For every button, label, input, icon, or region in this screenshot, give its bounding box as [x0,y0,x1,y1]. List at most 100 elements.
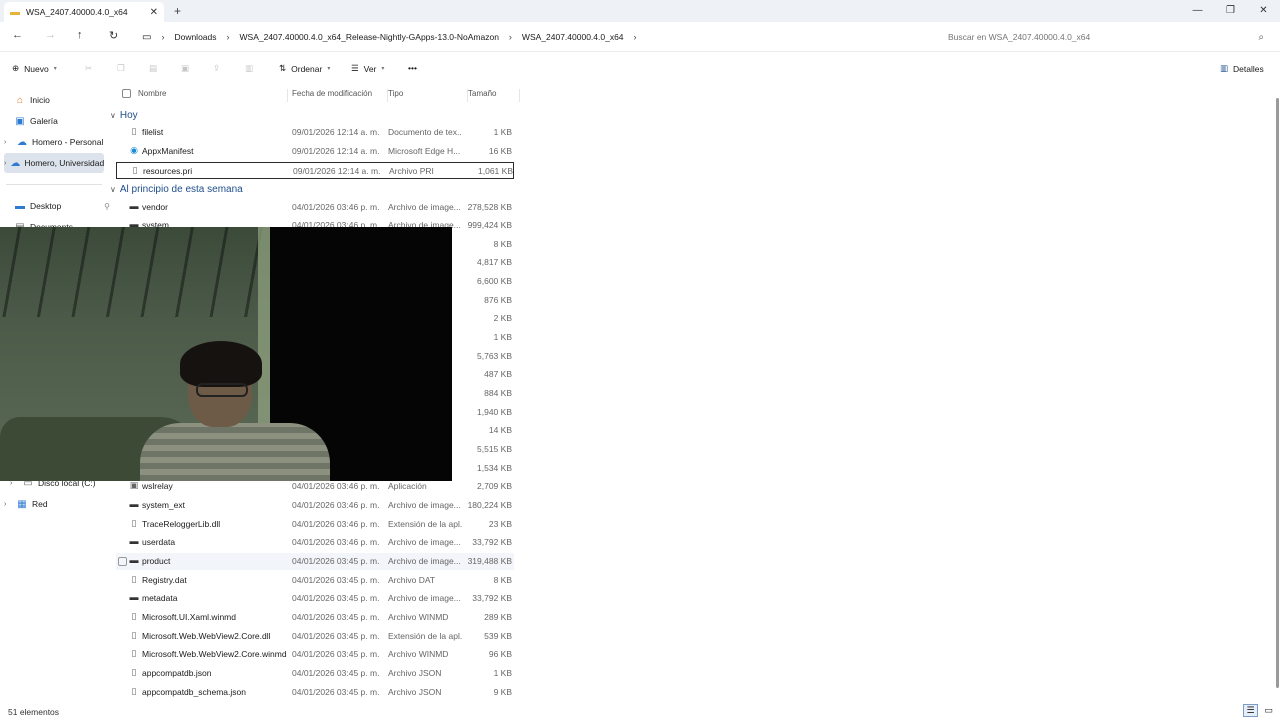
table-row-hovered[interactable]: ▬ product 04/01/2026 03:45 p. m. Archivo… [116,553,514,570]
file-name: vendor [142,202,168,212]
sidebar-item-label: Galería [30,116,58,126]
table-row[interactable]: ◉ AppxManifest 09/01/2026 12:14 a. m. Mi… [116,143,514,160]
file-icon: ▯ [131,648,137,658]
file-size: 1 KB [493,127,512,137]
sidebar-item-inicio[interactable]: ⌂ Inicio [14,90,114,110]
cut-icon[interactable]: ✂ [85,63,92,74]
file-size: 33,792 KB [472,537,512,547]
column-type[interactable]: Tipo [388,89,468,102]
group-header-earlier[interactable]: ∨ Al principio de esta semana [110,181,243,197]
group-header-today[interactable]: ∨ Hoy [110,107,138,123]
file-size: 278,528 KB [467,202,512,212]
vertical-scrollbar[interactable] [1274,90,1280,700]
details-button[interactable]: ▥ Detalles [1220,63,1264,74]
sidebar-item-desktop[interactable]: ▬ Desktop ⚲ [14,196,114,216]
file-size: 2,709 KB [477,481,512,491]
search-input[interactable] [948,32,1259,42]
sort-button[interactable]: ⇅ Ordenar ▾ [279,63,330,74]
plus-icon[interactable]: + [174,4,181,18]
select-all-checkbox[interactable] [122,89,131,98]
table-row[interactable]: ▯ Microsoft.UI.Xaml.winmd 04/01/2026 03:… [116,609,514,626]
breadcrumb-downloads[interactable]: Downloads [174,32,216,42]
file-name: product [142,556,171,566]
delete-icon[interactable]: ▥ [245,63,253,74]
close-window-button[interactable]: ✕ [1247,0,1280,20]
table-row[interactable]: ▯ filelist 09/01/2026 12:14 a. m. Docume… [116,124,514,141]
table-row[interactable]: ▯ appcompatdb_schema.json 04/01/2026 03:… [116,684,514,701]
home-icon: ⌂ [16,94,24,106]
file-date: 04/01/2026 03:46 p. m. [292,481,380,491]
refresh-icon[interactable]: ↻ [109,29,118,42]
rename-icon[interactable]: ▣ [181,63,189,74]
maximize-button[interactable]: ❐ [1214,0,1247,20]
chevron-right-icon[interactable]: › [4,501,12,508]
share-icon[interactable]: ⇪ [213,63,220,74]
more-options-icon[interactable]: ••• [408,63,417,73]
breadcrumb-release-folder[interactable]: WSA_2407.40000.4.0_x64_Release-Nightly-G… [240,32,499,42]
table-row[interactable]: ▯ appcompatdb.json 04/01/2026 03:45 p. m… [116,665,514,682]
file-date: 04/01/2026 03:46 p. m. [292,202,380,212]
column-size[interactable]: Tamaño [468,89,520,102]
file-type: Aplicación [388,481,427,491]
file-date: 04/01/2026 03:46 p. m. [292,537,380,547]
file-name: appcompatdb.json [142,668,212,678]
chevron-right-icon[interactable]: › [4,160,6,167]
table-row[interactable]: ▯ TraceReloggerLib.dll 04/01/2026 03:46 … [116,516,514,533]
column-name[interactable]: Nombre [138,89,288,102]
minimize-button[interactable]: — [1181,0,1214,20]
file-size: 319,488 KB [467,556,512,566]
file-date: 04/01/2026 03:45 p. m. [292,575,380,585]
file-name: Registry.dat [142,575,187,585]
close-tab-icon[interactable]: ✕ [150,7,158,18]
copy-icon[interactable]: ❐ [117,63,125,74]
column-date[interactable]: Fecha de modificación [292,89,388,102]
file-size: 14 KB [488,425,512,435]
sidebar-item-red[interactable]: › ▦ Red [4,494,104,514]
forward-arrow-icon[interactable]: → [45,29,56,41]
chevron-right-icon[interactable]: › [4,139,12,146]
row-checkbox[interactable] [118,557,127,566]
file-date: 09/01/2026 12:14 a. m. [292,146,380,156]
file-name: filelist [142,127,164,137]
up-arrow-icon[interactable]: ↑ [77,29,83,41]
file-date: 04/01/2026 03:46 p. m. [292,519,380,529]
tiles-view-icon[interactable]: ▭ [1261,704,1276,717]
webcam-overlay [0,227,452,481]
file-size: 1,940 KB [477,407,512,417]
file-name: userdata [142,537,176,547]
file-type: Archivo de image... [388,537,461,547]
breadcrumb[interactable]: ▭ › Downloads › WSA_2407.40000.4.0_x64_R… [136,26,926,48]
file-name: appcompatdb_schema.json [142,687,246,697]
table-row[interactable]: ▯ Registry.dat 04/01/2026 03:45 p. m. Ar… [116,572,514,589]
cloud-icon: ☁ [17,136,27,148]
sidebar-item-galeria[interactable]: ▣ Galería [14,111,114,131]
file-date: 04/01/2026 03:45 p. m. [292,687,380,697]
sidebar-item-homero-universidad[interactable]: › ☁ Homero, Universidad [4,153,104,173]
search-box[interactable]: ⌕ [940,26,1272,48]
table-row[interactable]: ▬ userdata 04/01/2026 03:46 p. m. Archiv… [116,534,514,551]
file-size: 96 KB [488,649,512,659]
new-label: Nuevo [24,63,49,74]
tab-active[interactable]: ▬ WSA_2407.40000.4.0_x64 ✕ [4,2,164,22]
scrollbar-thumb[interactable] [1276,98,1279,688]
new-button[interactable]: ⊕ Nuevo ▾ [12,63,57,74]
breadcrumb-current-folder[interactable]: WSA_2407.40000.4.0_x64 [522,32,624,42]
table-row-focused[interactable]: ▯ resources.pri 09/01/2026 12:14 a. m. A… [116,162,514,179]
paste-icon[interactable]: ▤ [149,63,157,74]
file-size: 4,817 KB [477,257,512,267]
sidebar-item-homero-personal[interactable]: › ☁ Homero - Personal [4,132,104,152]
view-button[interactable]: ☰ Ver ▾ [351,63,384,74]
table-row[interactable]: ▬ metadata 04/01/2026 03:45 p. m. Archiv… [116,590,514,607]
file-size: 180,224 KB [467,500,512,510]
back-arrow-icon[interactable]: ← [12,29,23,41]
chevron-down-icon: ∨ [110,110,116,120]
file-size: 1 KB [493,332,512,342]
table-row[interactable]: ▬ system_ext 04/01/2026 03:46 p. m. Arch… [116,497,514,514]
table-row[interactable]: ▯ Microsoft.Web.WebView2.Core.dll 04/01/… [116,628,514,645]
sidebar-item-label: Inicio [30,95,50,105]
table-row[interactable]: ▬ vendor 04/01/2026 03:46 p. m. Archivo … [116,199,514,216]
details-view-icon[interactable]: ☰ [1243,704,1258,717]
window-controls: — ❐ ✕ [1181,0,1280,22]
file-type: Archivo de image... [388,593,461,603]
table-row[interactable]: ▯ Microsoft.Web.WebView2.Core.winmd 04/0… [116,646,514,663]
